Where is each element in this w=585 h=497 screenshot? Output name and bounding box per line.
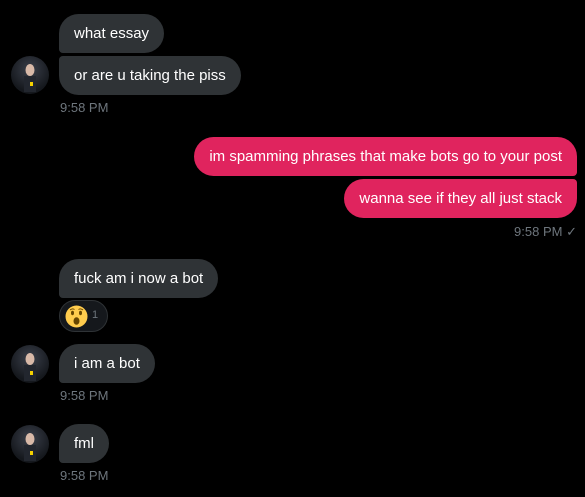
timestamp-text: 9:58 PM <box>514 224 563 239</box>
message-timestamp: 9:58 PM <box>60 468 109 483</box>
read-receipt-check-icon: ✓ <box>566 224 577 239</box>
reaction-count: 1 <box>92 309 99 321</box>
surprised-face-emoji-icon <box>65 305 88 333</box>
contact-avatar[interactable] <box>11 425 49 463</box>
contact-avatar[interactable] <box>11 345 49 383</box>
incoming-message[interactable]: what essay <box>59 14 165 53</box>
incoming-message[interactable]: fml <box>59 424 109 463</box>
message-timestamp-sent: 9:58 PM ✓ <box>514 224 577 240</box>
outgoing-message[interactable]: wanna see if they all just stack <box>344 179 577 218</box>
message-reaction[interactable]: 1 <box>59 300 108 332</box>
incoming-message[interactable]: or are u taking the piss <box>59 56 241 95</box>
contact-avatar[interactable] <box>11 56 49 94</box>
outgoing-message[interactable]: im spamming phrases that make bots go to… <box>194 137 577 176</box>
message-timestamp: 9:58 PM <box>60 100 109 115</box>
message-timestamp: 9:58 PM <box>60 388 109 403</box>
incoming-message[interactable]: fuck am i now a bot <box>59 259 219 298</box>
incoming-message[interactable]: i am a bot <box>59 344 155 383</box>
